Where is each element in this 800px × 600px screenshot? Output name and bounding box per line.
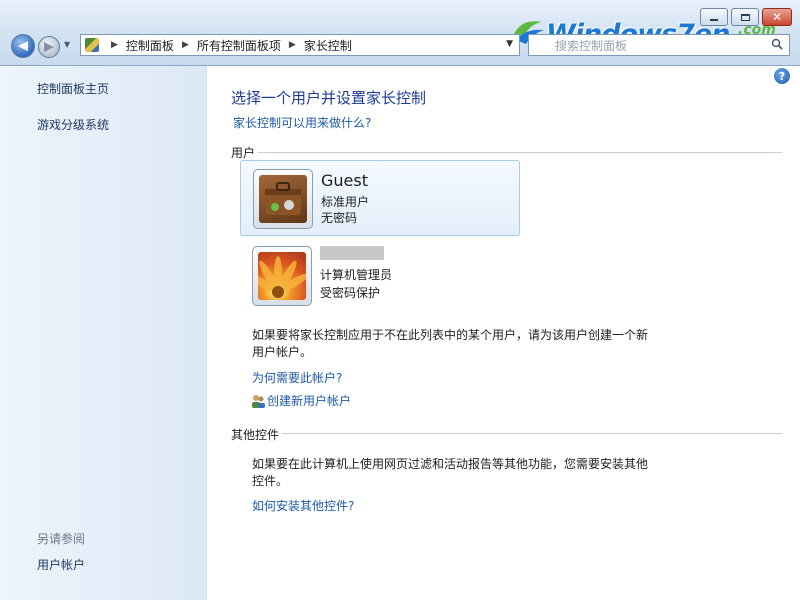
user-type: 标准用户 (321, 195, 370, 209)
user-type: 计算机管理员 (320, 268, 393, 282)
breadcrumb-chevron-icon[interactable]: ▶ (289, 40, 296, 50)
recent-pages-dropdown-icon[interactable]: ▼ (64, 40, 70, 49)
search-placeholder: 搜索控制面板 (555, 38, 628, 53)
sidebar: 控制面板主页 游戏分级系统 另请参阅 用户帐户 (0, 66, 207, 600)
page-title: 选择一个用户并设置家长控制 (231, 89, 427, 107)
create-account-note-line1: 如果要将家长控制应用于不在此列表中的某个用户，请为该用户创建一个新 (252, 328, 649, 342)
arrow-right-icon: ▶ (44, 39, 54, 55)
why-need-account-link[interactable]: 为何需要此帐户? (252, 369, 342, 386)
create-account-note-line2: 用户帐户。 (252, 345, 313, 359)
sidebar-item-game-ratings[interactable]: 游戏分级系统 (37, 116, 109, 133)
control-panel-icon (85, 38, 99, 52)
flower-icon (258, 252, 306, 300)
breadcrumb-all-items[interactable]: 所有控制面板项 (197, 37, 281, 54)
help-icon[interactable]: ? (774, 68, 790, 84)
users-heading: 用户 (231, 146, 256, 160)
breadcrumb-chevron-icon[interactable]: ▶ (182, 40, 189, 50)
user-name: Guest (321, 171, 368, 190)
sidebar-item-control-panel-home[interactable]: 控制面板主页 (37, 80, 109, 97)
users-divider (258, 152, 782, 153)
avatar (252, 246, 312, 306)
create-user-account-button[interactable]: 创建新用户帐户 (250, 392, 351, 409)
install-controls-link[interactable]: 如何安装其他控件? (252, 497, 354, 514)
title-address-bar: ✕ Windows7en .com ◀ ▶ ▼ ▶ 控制面板 ▶ 所有控制面板项… (0, 0, 800, 66)
search-input[interactable]: 搜索控制面板 (528, 34, 790, 56)
other-controls-note-line1: 如果要在此计算机上使用网页过滤和活动报告等其他功能，您需要安装其他 (252, 457, 649, 471)
other-controls-note: 如果要在此计算机上使用网页过滤和活动报告等其他功能，您需要安装其他 控件。 (252, 456, 672, 490)
main-content: ? 选择一个用户并设置家长控制 家长控制可以用来做什么? 用户 Guest 标准… (208, 66, 800, 600)
user-card-admin[interactable]: 计算机管理员 受密码保护 (240, 238, 520, 314)
create-account-note: 如果要将家长控制应用于不在此列表中的某个用户，请为该用户创建一个新 用户帐户。 (252, 327, 672, 361)
control-panel-window: ✕ Windows7en .com ◀ ▶ ▼ ▶ 控制面板 ▶ 所有控制面板项… (0, 0, 800, 600)
arrow-left-icon: ◀ (18, 38, 28, 54)
maximize-icon (740, 13, 750, 21)
breadcrumb-parental-controls[interactable]: 家长控制 (304, 37, 352, 54)
sidebar-item-user-accounts[interactable]: 用户帐户 (37, 556, 85, 573)
address-bar[interactable]: ▶ 控制面板 ▶ 所有控制面板项 ▶ 家长控制 ▼ (80, 34, 520, 56)
user-password-status: 受密码保护 (320, 286, 381, 300)
other-controls-note-line2: 控件。 (252, 474, 289, 488)
avatar (253, 169, 313, 229)
breadcrumb-chevron-icon[interactable]: ▶ (111, 40, 118, 50)
create-user-account-link[interactable]: 创建新用户帐户 (267, 392, 351, 409)
user-password-status: 无密码 (321, 211, 358, 225)
forward-button[interactable]: ▶ (38, 36, 60, 58)
users-icon (252, 394, 265, 408)
redacted-username (320, 246, 384, 260)
other-controls-heading: 其他控件 (231, 428, 280, 442)
suitcase-icon (259, 175, 307, 223)
user-card-guest[interactable]: Guest 标准用户 无密码 (240, 160, 520, 236)
search-icon[interactable] (771, 38, 783, 50)
breadcrumb-control-panel[interactable]: 控制面板 (126, 37, 174, 54)
other-controls-divider (282, 433, 782, 434)
back-button[interactable]: ◀ (11, 34, 35, 58)
see-also-heading: 另请参阅 (37, 532, 86, 546)
address-dropdown-icon[interactable]: ▼ (506, 39, 513, 49)
what-is-parental-controls-link[interactable]: 家长控制可以用来做什么? (233, 114, 371, 131)
